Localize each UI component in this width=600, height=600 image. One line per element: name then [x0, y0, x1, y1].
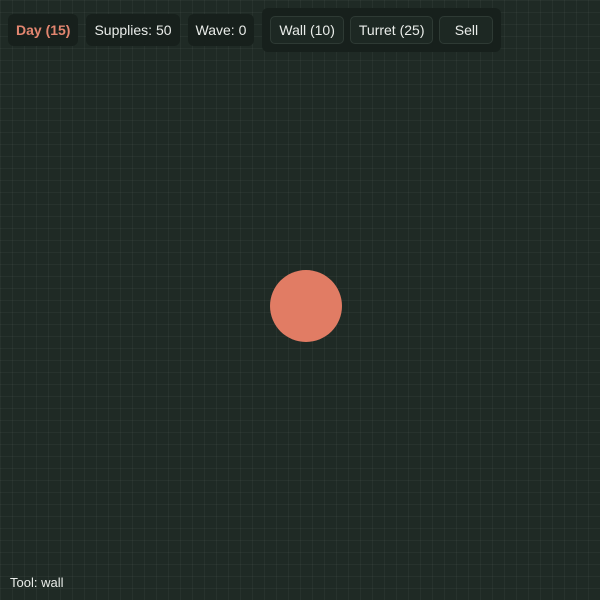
wall-button[interactable]: Wall (10) — [270, 16, 344, 44]
sell-button[interactable]: Sell — [439, 16, 494, 44]
turret-button[interactable]: Turret (25) — [349, 16, 434, 44]
day-counter: Day (15) — [8, 14, 79, 46]
current-tool-status: Tool: wall — [10, 575, 64, 590]
supplies-counter: Supplies: 50 — [86, 14, 180, 46]
day-counter-label: Day (15) — [16, 22, 71, 38]
top-hud: Day (15) Supplies: 50 Wave: 0 Wall (10) … — [8, 8, 502, 52]
home-base — [270, 270, 342, 342]
game-board[interactable]: Day (15) Supplies: 50 Wave: 0 Wall (10) … — [0, 0, 600, 600]
wave-counter: Wave: 0 — [187, 14, 255, 46]
supplies-counter-label: Supplies: 50 — [94, 22, 172, 38]
build-toolbar: Wall (10) Turret (25) Sell — [262, 8, 502, 52]
wave-counter-label: Wave: 0 — [195, 22, 247, 38]
